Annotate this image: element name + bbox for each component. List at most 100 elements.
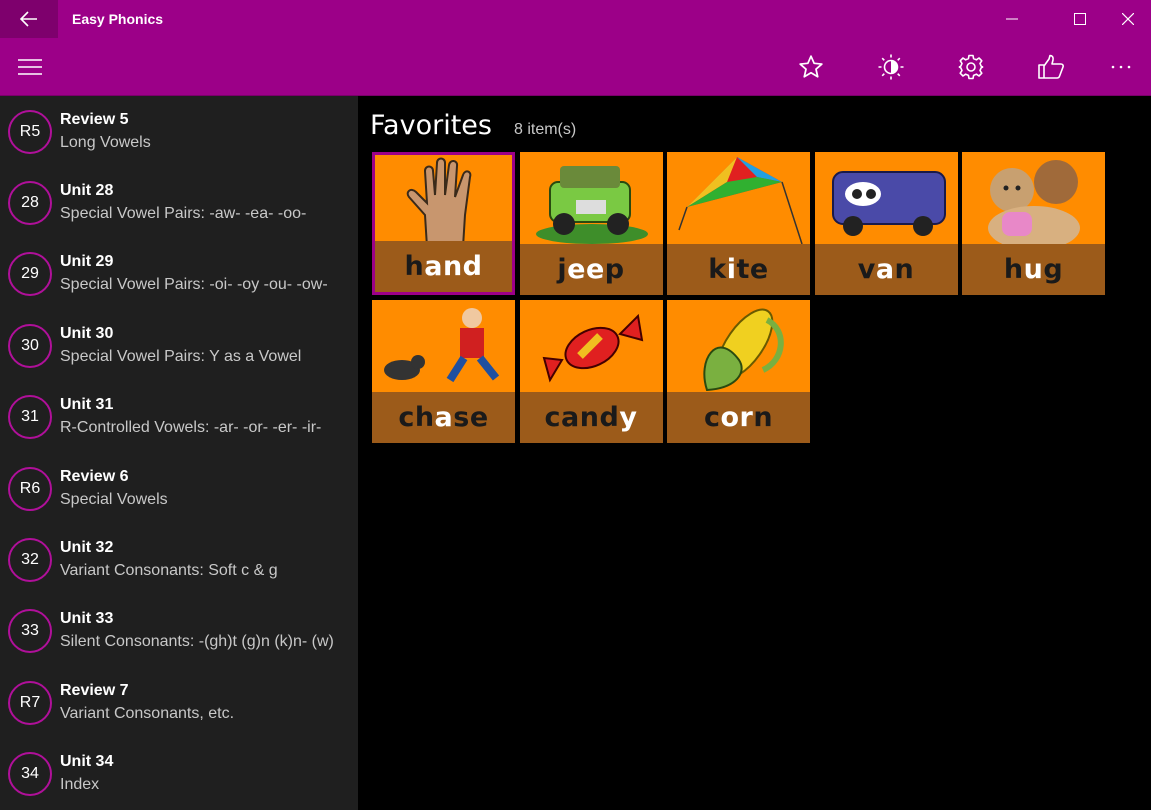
word-label-band: hand xyxy=(375,241,512,292)
word-highlight: and xyxy=(424,251,483,282)
hug-picture xyxy=(962,152,1105,250)
favorite-tile[interactable]: jeep xyxy=(519,152,663,295)
favorites-header: Favorites 8 item(s) xyxy=(370,110,576,141)
word-highlight: i xyxy=(726,254,737,285)
unit-badge: R7 xyxy=(8,680,52,725)
word-label-band: corn xyxy=(667,391,810,443)
word-suffix: te xyxy=(736,254,769,285)
back-arrow-icon xyxy=(20,11,37,27)
window-controls xyxy=(989,0,1151,38)
back-button[interactable] xyxy=(0,0,58,38)
sidebar-item-subtitle: Silent Consonants: -(gh)t (g)n (k)n- (w) xyxy=(60,633,334,651)
sidebar-item-subtitle: Special Vowel Pairs: -aw- -ea- -oo- xyxy=(60,205,307,223)
word-label-band: chase xyxy=(372,391,515,443)
sidebar-item-text: Unit 31 R-Controlled Vowels: -ar- -or- -e… xyxy=(60,394,321,440)
sidebar-item-28[interactable]: 28 Unit 28 Special Vowel Pairs: -aw- -ea- … xyxy=(0,167,358,238)
word-prefix: v xyxy=(857,254,876,285)
sidebar-item-34[interactable]: 34 Unit 34 Index xyxy=(0,739,358,810)
unit-badge: 30 xyxy=(8,323,52,368)
sidebar-item-text: Unit 30 Special Vowel Pairs: Y as a Vowel xyxy=(60,323,301,369)
favorites-button[interactable] xyxy=(771,38,851,96)
unit-badge: R6 xyxy=(8,466,52,511)
sidebar-item-30[interactable]: 30 Unit 30 Special Vowel Pairs: Y as a Vow… xyxy=(0,310,358,381)
star-icon xyxy=(799,54,823,78)
maximize-icon xyxy=(1074,13,1086,25)
word-prefix: h xyxy=(1003,254,1024,285)
word-highlight: u xyxy=(1023,254,1044,285)
word-highlight: a xyxy=(875,254,895,285)
word-label: corn xyxy=(704,402,773,433)
page-title: Favorites xyxy=(370,110,492,141)
word-prefix: h xyxy=(404,251,425,282)
menu-button[interactable] xyxy=(0,38,60,96)
close-button[interactable] xyxy=(1105,0,1151,38)
sidebar-item-33[interactable]: 33 Unit 33 Silent Consonants: -(gh)t (g)n … xyxy=(0,596,358,667)
word-label: jeep xyxy=(557,254,624,285)
word-label: hand xyxy=(404,251,482,282)
sidebar-item-title: Unit 28 xyxy=(60,182,114,200)
maximize-button[interactable] xyxy=(1057,0,1103,38)
word-prefix: c xyxy=(703,401,721,433)
sidebar-item-31[interactable]: 31 Unit 31 R-Controlled Vowels: -ar- -or- … xyxy=(0,382,358,453)
candy-picture xyxy=(520,300,663,392)
unit-badge: 28 xyxy=(8,181,52,226)
close-icon xyxy=(1122,13,1134,25)
sidebar-item-subtitle: Special Vowel Pairs: Y as a Vowel xyxy=(60,347,302,365)
word-label: hug xyxy=(1004,254,1063,285)
brightness-icon xyxy=(878,54,904,79)
word-label: candy xyxy=(545,402,638,433)
more-button[interactable] xyxy=(1091,38,1151,96)
unit-badge: 33 xyxy=(8,609,52,654)
word-label-band: hug xyxy=(962,244,1105,295)
item-count: 8 item(s) xyxy=(513,121,577,138)
unit-badge: 29 xyxy=(8,252,52,297)
sidebar-item-subtitle: Variant Consonants, etc. xyxy=(60,704,235,722)
main-content: Favorites 8 item(s) hand jeep kite van hug ch… xyxy=(358,96,1151,810)
hand-picture xyxy=(375,155,512,248)
sidebar-item-29[interactable]: 29 Unit 29 Special Vowel Pairs: -oi- -oy -… xyxy=(0,239,358,310)
sidebar-item-r7[interactable]: R7 Review 7 Variant Consonants, etc. xyxy=(0,667,358,738)
sidebar-item-r6[interactable]: R6 Review 6 Special Vowels xyxy=(0,453,358,524)
sidebar-item-subtitle: Variant Consonants: Soft c & g xyxy=(60,562,278,580)
unit-badge: R5 xyxy=(8,109,52,154)
word-highlight: a xyxy=(434,401,454,433)
favorite-tile[interactable]: kite xyxy=(667,152,810,295)
minimize-button[interactable] xyxy=(989,0,1035,38)
sidebar-item-title: Review 5 xyxy=(60,110,129,128)
word-suffix: n xyxy=(894,254,915,285)
theme-button[interactable] xyxy=(851,38,931,96)
corn-picture xyxy=(667,300,810,392)
rate-button[interactable] xyxy=(1011,38,1091,96)
sidebar-item-title: Unit 31 xyxy=(60,396,114,414)
sidebar-item-r5[interactable]: R5 Review 5 Long Vowels xyxy=(0,96,358,167)
sidebar-item-text: Unit 32 Variant Consonants: Soft c & g xyxy=(60,537,278,583)
sidebar-item-text: Review 5 Long Vowels xyxy=(60,109,151,155)
word-label: van xyxy=(858,254,915,285)
app-title: Easy Phonics xyxy=(72,11,164,27)
favorite-tile[interactable]: chase xyxy=(372,299,515,443)
word-suffix: se xyxy=(453,401,489,433)
word-label-band: kite xyxy=(667,244,810,295)
thumbs-up-icon xyxy=(1038,54,1064,79)
word-label: chase xyxy=(398,402,488,433)
favorite-tile[interactable]: candy xyxy=(519,299,663,443)
sidebar-item-title: Unit 29 xyxy=(60,253,114,271)
word-suffix: g xyxy=(1043,254,1064,285)
favorite-tile[interactable]: corn xyxy=(667,299,810,443)
sidebar-item-32[interactable]: 32 Unit 32 Variant Consonants: Soft c & g xyxy=(0,524,358,595)
sidebar-item-title: Review 6 xyxy=(60,467,129,485)
settings-button[interactable] xyxy=(931,38,1011,96)
word-suffix: p xyxy=(604,254,625,285)
sidebar-item-subtitle: Special Vowel Pairs: -oi- -oy -ou- -ow- xyxy=(60,276,328,294)
jeep-picture xyxy=(520,152,663,244)
word-prefix: cand xyxy=(544,401,620,433)
minimize-icon xyxy=(1006,18,1018,20)
sidebar-item-title: Unit 33 xyxy=(60,610,114,628)
favorite-tile[interactable]: van xyxy=(814,152,958,295)
favorite-tile[interactable]: hand xyxy=(372,152,515,295)
favorite-tile[interactable]: hug xyxy=(962,152,1105,295)
word-label-band: jeep xyxy=(519,244,663,295)
sidebar-item-title: Unit 32 xyxy=(60,539,114,557)
sidebar-item-title: Unit 34 xyxy=(60,753,114,771)
word-highlight: or xyxy=(720,401,754,433)
